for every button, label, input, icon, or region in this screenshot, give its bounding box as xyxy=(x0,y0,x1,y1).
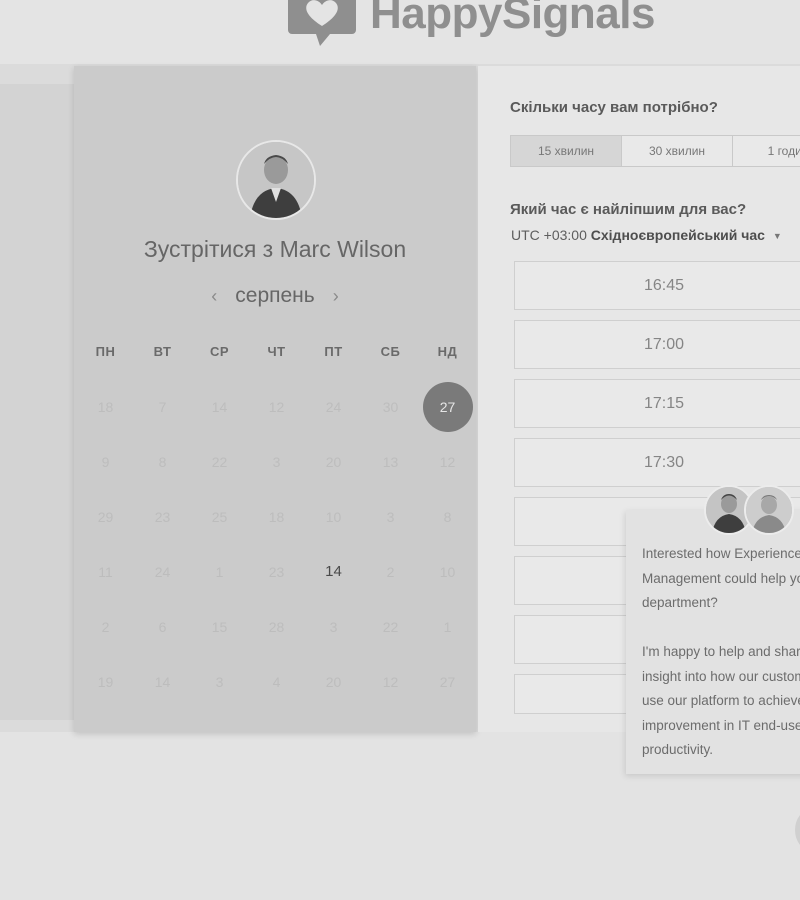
month-label: серпень xyxy=(235,284,315,307)
brand-name: HappySignals xyxy=(370,0,655,38)
calendar-day: 8 xyxy=(443,508,452,525)
weekday-label: НД xyxy=(437,344,458,359)
calendar-week: 29 23 25 18 10 3 8 xyxy=(77,489,476,544)
calendar-day: 20 xyxy=(325,673,342,690)
calendar-day-available[interactable]: 14 xyxy=(305,544,362,599)
calendar-day: 7 xyxy=(158,398,167,415)
calendar-day: 23 xyxy=(268,563,285,580)
calendar-day: 2 xyxy=(386,563,395,580)
header: HappySignals xyxy=(0,0,800,64)
calendar-day: 3 xyxy=(386,508,395,525)
duration-question: Скільки часу вам потрібно? xyxy=(510,99,718,116)
host-avatar xyxy=(236,140,316,220)
calendar-day: 24 xyxy=(154,563,171,580)
calendar-day: 25 xyxy=(211,508,228,525)
person-avatar-icon xyxy=(746,487,792,533)
weekday-label: ВТ xyxy=(153,344,172,359)
timezone-offset: UTC +03:00 xyxy=(511,227,587,243)
calendar-day: 10 xyxy=(325,508,342,525)
calendar-day: 18 xyxy=(97,398,114,415)
weekday-label: ПН xyxy=(95,344,116,359)
calendar-day: 6 xyxy=(158,618,167,635)
calendar-week: 2 6 15 28 3 22 1 xyxy=(77,599,476,654)
weekday-label: ЧТ xyxy=(267,344,286,359)
calendar-week: 9 8 22 3 20 13 12 xyxy=(77,434,476,489)
weekday-label: ПТ xyxy=(324,344,343,359)
calendar-day: 12 xyxy=(439,453,456,470)
calendar-week: 11 24 1 23 14 2 10 xyxy=(77,544,476,599)
page-band-left xyxy=(0,84,74,720)
calendar-day: 13 xyxy=(382,453,399,470)
brand-logo: HappySignals xyxy=(286,0,655,50)
calendar-day: 22 xyxy=(211,453,228,470)
timezone-select[interactable]: UTC +03:00 Східноєвропейський час ▼ xyxy=(511,227,782,243)
calendar-day-selected[interactable]: 27 xyxy=(419,379,476,434)
duration-tab-60[interactable]: 1 годин xyxy=(733,136,800,166)
month-navigation: ‹ серпень › xyxy=(74,284,476,308)
time-question: Який час є найліпшим для вас? xyxy=(510,201,747,218)
calendar-day: 4 xyxy=(272,673,281,690)
weekday-header: ПН ВТ СР ЧТ ПТ СБ НД xyxy=(77,344,476,359)
calendar-day: 1 xyxy=(443,618,452,635)
agent-avatar xyxy=(744,485,794,535)
calendar-panel: Зустрітися з Marc Wilson ‹ серпень › ПН … xyxy=(74,66,476,732)
duration-tab-15[interactable]: 15 хвилин xyxy=(511,136,622,166)
calendar-day: 22 xyxy=(382,618,399,635)
meeting-title: Зустрітися з Marc Wilson xyxy=(143,236,407,262)
duration-tabs: 15 хвилин 30 хвилин 1 годин xyxy=(510,135,800,167)
person-avatar-icon xyxy=(238,142,314,218)
calendar-grid: 18 7 14 12 24 30 27 9 8 22 3 20 13 12 29… xyxy=(77,379,476,709)
calendar-day: 10 xyxy=(439,563,456,580)
calendar-day: 18 xyxy=(268,508,285,525)
calendar-day: 12 xyxy=(268,398,285,415)
calendar-day: 20 xyxy=(325,453,342,470)
calendar-day: 1 xyxy=(215,563,224,580)
time-slot-button[interactable]: 17:30 xyxy=(514,438,800,487)
calendar-day: 23 xyxy=(154,508,171,525)
weekday-label: СР xyxy=(209,344,230,359)
next-month-chevron-icon[interactable]: › xyxy=(321,284,351,308)
calendar-week: 18 7 14 12 24 30 27 xyxy=(77,379,476,434)
calendar-day: 19 xyxy=(97,673,114,690)
calendar-day: 14 xyxy=(154,673,171,690)
chat-message: Interested how Experience Management cou… xyxy=(642,546,800,757)
calendar-day: 14 xyxy=(211,398,228,415)
calendar-day: 9 xyxy=(101,453,110,470)
weekday-label: СБ xyxy=(380,344,401,359)
calendar-week: 19 14 3 4 20 12 27 xyxy=(77,654,476,709)
caret-down-icon: ▼ xyxy=(772,231,782,242)
calendar-day: 3 xyxy=(215,673,224,690)
calendar-day: 3 xyxy=(329,618,338,635)
calendar-day: 8 xyxy=(158,453,167,470)
time-slot-button[interactable]: 16:45 xyxy=(514,261,800,310)
time-slot-button[interactable]: 17:15 xyxy=(514,379,800,428)
prev-month-chevron-icon[interactable]: ‹ xyxy=(199,284,229,308)
calendar-day: 28 xyxy=(268,618,285,635)
calendar-day: 24 xyxy=(325,398,342,415)
speech-heart-icon xyxy=(288,0,356,46)
chat-agents xyxy=(704,485,794,535)
calendar-day: 29 xyxy=(97,508,114,525)
calendar-day: 2 xyxy=(101,618,110,635)
time-slot-button[interactable]: 17:00 xyxy=(514,320,800,369)
chat-popup[interactable]: Interested how Experience Management cou… xyxy=(626,510,800,774)
calendar-day: 15 xyxy=(211,618,228,635)
calendar-day: 3 xyxy=(272,453,281,470)
calendar-day: 30 xyxy=(382,398,399,415)
calendar-day: 27 xyxy=(439,673,456,690)
timezone-name: Східноєвропейський час xyxy=(590,227,765,243)
duration-tab-30[interactable]: 30 хвилин xyxy=(622,136,733,166)
calendar-day: 11 xyxy=(98,563,113,580)
calendar-day: 12 xyxy=(382,673,399,690)
